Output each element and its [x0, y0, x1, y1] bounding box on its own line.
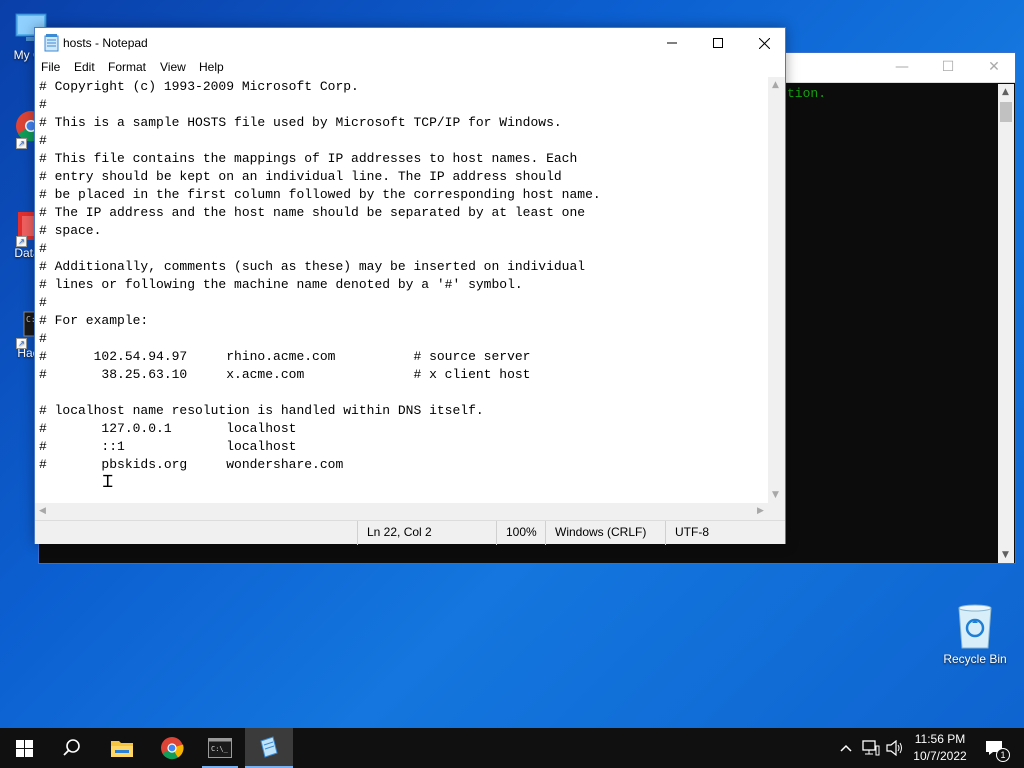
desktop-icon-recycle-bin[interactable]: Recycle Bin	[940, 602, 1010, 666]
chevron-up-icon	[840, 744, 852, 752]
scroll-up-arrow-icon[interactable]: ▲	[1002, 87, 1009, 97]
shortcut-arrow-icon: ↗	[16, 236, 27, 247]
scroll-down-arrow-icon[interactable]: ▼	[1002, 550, 1009, 560]
volume-control[interactable]	[884, 728, 906, 768]
recycle-bin-icon	[958, 604, 992, 649]
scrollbar-corner	[768, 503, 785, 520]
horizontal-scrollbar[interactable]: ◀ ▶	[35, 503, 770, 520]
search-button[interactable]	[48, 728, 96, 768]
chrome-icon	[161, 737, 184, 760]
system-clock[interactable]: 11:56 PM 10/7/2022	[906, 731, 974, 765]
clock-time: 11:56 PM	[914, 732, 966, 746]
scroll-right-arrow-icon[interactable]: ▶	[757, 506, 764, 516]
maximize-button[interactable]	[695, 28, 741, 58]
taskbar-notepad[interactable]	[245, 728, 293, 768]
status-zoom: 100%	[496, 521, 537, 545]
svg-text:C:\_: C:\_	[211, 745, 229, 753]
start-button[interactable]	[0, 728, 48, 768]
scroll-down-arrow-icon[interactable]: ▼	[772, 490, 779, 500]
menu-help[interactable]: Help	[199, 60, 224, 74]
shortcut-arrow-icon: ↗	[16, 138, 27, 149]
network-icon	[862, 740, 880, 756]
windows-logo-icon	[15, 739, 33, 757]
maximize-button[interactable]: ☐	[938, 59, 958, 77]
shortcut-arrow-icon: ↗	[16, 338, 27, 349]
maximize-icon	[713, 38, 723, 48]
show-hidden-icons[interactable]	[836, 728, 856, 768]
console-scrollbar[interactable]: ▲ ▼	[998, 84, 1014, 563]
notification-badge: 1	[996, 748, 1010, 762]
console-output: tion.	[787, 86, 827, 101]
taskbar-file-explorer[interactable]	[98, 728, 146, 768]
action-center-button[interactable]: 1	[980, 728, 1010, 768]
scroll-up-arrow-icon[interactable]: ▲	[772, 80, 779, 90]
cmd-icon: C:\_	[208, 738, 232, 758]
text-cursor-icon: Ɪ	[103, 472, 113, 492]
close-button[interactable]	[741, 28, 787, 58]
window-title: hosts - Notepad	[63, 36, 148, 50]
taskbar: C:\_ 11:56 PM 10/7/2022 1	[0, 728, 1024, 768]
speaker-icon	[886, 740, 902, 756]
status-bar: Ln 22, Col 2 100% Windows (CRLF) UTF-8	[35, 520, 785, 545]
taskbar-chrome[interactable]	[148, 728, 196, 768]
taskbar-command-prompt[interactable]: C:\_	[196, 728, 244, 768]
close-icon	[758, 37, 770, 49]
text-editor[interactable]: # Copyright (c) 1993-2009 Microsoft Corp…	[35, 77, 769, 503]
clock-date: 10/7/2022	[913, 749, 967, 763]
status-encoding: UTF-8	[665, 521, 709, 545]
network-status[interactable]	[860, 728, 882, 768]
notepad-window[interactable]: hosts - Notepad File Edit Format View He…	[34, 27, 786, 545]
menu-format[interactable]: Format	[108, 60, 146, 74]
menu-bar: File Edit Format View Help	[35, 58, 785, 77]
status-line-endings: Windows (CRLF)	[545, 521, 646, 545]
search-icon	[63, 739, 80, 756]
notepad-icon	[44, 34, 59, 52]
menu-view[interactable]: View	[160, 60, 186, 74]
notepad-icon	[260, 736, 278, 758]
vertical-scrollbar[interactable]: ▲ ▼	[768, 77, 785, 503]
minimize-button[interactable]: —	[892, 59, 912, 77]
minimize-button[interactable]	[649, 28, 695, 58]
recycle-bin-label: Recycle Bin	[943, 652, 1007, 666]
menu-file[interactable]: File	[41, 60, 60, 74]
notepad-titlebar[interactable]: hosts - Notepad	[35, 28, 785, 58]
folder-icon	[111, 741, 133, 757]
scroll-left-arrow-icon[interactable]: ◀	[39, 506, 46, 516]
editor-content[interactable]: # Copyright (c) 1993-2009 Microsoft Corp…	[35, 77, 769, 474]
close-button[interactable]: ✕	[984, 59, 1004, 77]
status-position: Ln 22, Col 2	[357, 521, 432, 545]
minimize-icon	[667, 42, 677, 44]
menu-edit[interactable]: Edit	[74, 60, 95, 74]
scroll-thumb[interactable]	[1000, 102, 1012, 122]
